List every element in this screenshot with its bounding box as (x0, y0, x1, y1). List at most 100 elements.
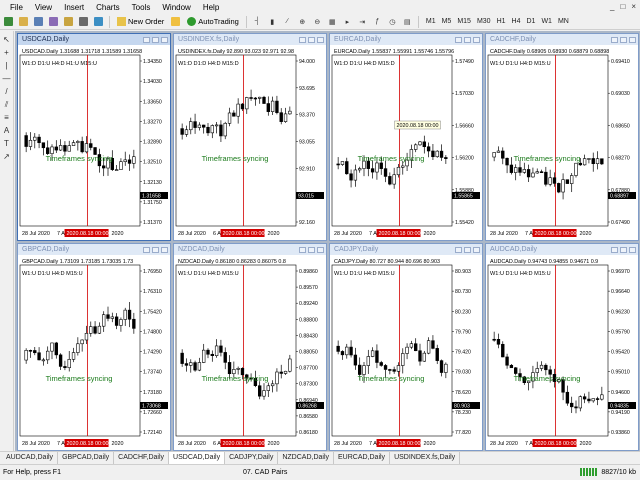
timeframe-mn[interactable]: MN (555, 18, 572, 25)
navigator-icon[interactable] (62, 15, 75, 28)
close-icon[interactable] (317, 36, 324, 43)
chart-window-titlebar[interactable]: NZDCAD,Daily (174, 244, 326, 255)
minimize-icon[interactable] (143, 246, 150, 253)
timeframe-m1[interactable]: M1 (423, 18, 439, 25)
maximize-icon[interactable] (308, 36, 315, 43)
autoscroll-icon[interactable]: ▸ (341, 15, 354, 28)
horizontal-line-icon[interactable]: — (3, 74, 11, 84)
vertical-line-icon[interactable]: | (5, 61, 7, 71)
minimize-icon[interactable] (143, 36, 150, 43)
periods-icon[interactable]: ◷ (386, 15, 399, 28)
maximize-icon[interactable] (464, 36, 471, 43)
timeframe-h4[interactable]: H4 (509, 18, 524, 25)
chart-window[interactable]: GBPCAD,Daily GBPCAD.Daily 1.73109 1.73185… (17, 243, 171, 451)
chart-shift-icon[interactable]: ⇥ (356, 15, 369, 28)
chart-tab[interactable]: GBPCAD,Daily (58, 452, 115, 464)
chart-area[interactable]: NZDCAD.Daily 0.86180 0.86283 0.86075 0.8… (174, 255, 326, 450)
menu-view[interactable]: View (29, 3, 58, 12)
metaeditor-icon[interactable] (169, 15, 182, 28)
fibo-icon[interactable]: ≡ (4, 113, 9, 123)
bar-chart-icon[interactable]: ┤ (251, 15, 264, 28)
chart-tab[interactable]: NZDCAD,Daily (278, 452, 334, 464)
close-icon[interactable]: × (631, 2, 636, 11)
close-icon[interactable] (161, 36, 168, 43)
chart-tab[interactable]: CADJPY,Daily (225, 452, 279, 464)
chart-window[interactable]: EURCAD,Daily EURCAD.Daily 1.55837 1.55991… (329, 33, 483, 241)
chart-window-titlebar[interactable]: CADJPY,Daily (330, 244, 482, 255)
templates-icon[interactable]: ▤ (401, 15, 414, 28)
minimize-icon[interactable] (455, 246, 462, 253)
close-icon[interactable] (473, 36, 480, 43)
maximize-icon[interactable] (308, 246, 315, 253)
menu-insert[interactable]: Insert (58, 3, 90, 12)
maximize-icon[interactable] (152, 246, 159, 253)
new-order-button[interactable]: New Order (114, 17, 167, 26)
chart-window-titlebar[interactable]: USDINDEX.fs,Daily (174, 34, 326, 45)
new-chart-icon[interactable] (2, 15, 15, 28)
chart-window-titlebar[interactable]: GBPCAD,Daily (18, 244, 170, 255)
menu-window[interactable]: Window (156, 3, 196, 12)
minimize-icon[interactable] (299, 36, 306, 43)
channel-icon[interactable]: ⫽ (5, 100, 9, 110)
chart-window[interactable]: USDINDEX.fs,Daily USDINDEX.fs.Daily 92.89… (173, 33, 327, 241)
crosshair-icon[interactable]: + (4, 48, 9, 58)
terminal-icon[interactable] (77, 15, 90, 28)
arrow-icon[interactable]: ↗ (3, 152, 10, 162)
line-chart-icon[interactable]: ∕ (281, 15, 294, 28)
chart-tab[interactable]: CADCHF,Daily (114, 452, 170, 464)
menu-file[interactable]: File (4, 3, 29, 12)
chart-area[interactable]: CADCHF.Daily 0.68905 0.68930 0.68879 0.6… (486, 45, 638, 240)
maximize-icon[interactable] (464, 246, 471, 253)
chart-area[interactable]: USDCAD.Daily 1.31688 1.31718 1.31589 1.3… (18, 45, 170, 240)
menu-help[interactable]: Help (197, 3, 225, 12)
menu-charts[interactable]: Charts (90, 3, 126, 12)
tile-icon[interactable]: ▦ (326, 15, 339, 28)
chart-window[interactable]: NZDCAD,Daily NZDCAD.Daily 0.86180 0.86283… (173, 243, 327, 451)
close-icon[interactable] (161, 246, 168, 253)
chart-area[interactable]: EURCAD.Daily 1.55837 1.55991 1.55746 1.5… (330, 45, 482, 240)
minimize-icon[interactable] (611, 36, 618, 43)
zoom-in-icon[interactable]: ⊕ (296, 15, 309, 28)
menu-tools[interactable]: Tools (126, 3, 157, 12)
trendline-icon[interactable]: / (5, 87, 7, 97)
chart-area[interactable]: CADJPY.Daily 80.727 80.944 80.696 80.903… (330, 255, 482, 450)
minimize-icon[interactable]: _ (610, 2, 614, 11)
market-watch-icon[interactable] (32, 15, 45, 28)
strategy-tester-icon[interactable] (92, 15, 105, 28)
chart-window-titlebar[interactable]: USDCAD,Daily (18, 34, 170, 45)
minimize-icon[interactable] (611, 246, 618, 253)
timeframe-d1[interactable]: D1 (523, 18, 538, 25)
minimize-icon[interactable] (299, 246, 306, 253)
data-window-icon[interactable] (47, 15, 60, 28)
maximize-icon[interactable] (152, 36, 159, 43)
chart-window[interactable]: CADCHF,Daily CADCHF.Daily 0.68905 0.68930… (485, 33, 639, 241)
chart-tab[interactable]: AUDCAD,Daily (2, 452, 59, 464)
minimize-icon[interactable] (455, 36, 462, 43)
chart-window-titlebar[interactable]: CADCHF,Daily (486, 34, 638, 45)
zoom-out-icon[interactable]: ⊖ (311, 15, 324, 28)
chart-window-titlebar[interactable]: AUDCAD,Daily (486, 244, 638, 255)
close-icon[interactable] (473, 246, 480, 253)
close-icon[interactable] (629, 36, 636, 43)
timeframe-w1[interactable]: W1 (538, 18, 555, 25)
chart-window[interactable]: CADJPY,Daily CADJPY.Daily 80.727 80.944 8… (329, 243, 483, 451)
chart-area[interactable]: GBPCAD.Daily 1.73109 1.73185 1.73035 1.7… (18, 255, 170, 450)
chart-area[interactable]: AUDCAD.Daily 0.94743 0.94855 0.94671 0.9… (486, 255, 638, 450)
text-icon[interactable]: A (4, 126, 9, 136)
chart-area[interactable]: USDINDEX.fs.Daily 92.890 93.023 92.971 9… (174, 45, 326, 240)
timeframe-m15[interactable]: M15 (454, 18, 474, 25)
chart-window[interactable]: USDCAD,Daily USDCAD.Daily 1.31688 1.31718… (17, 33, 171, 241)
maximize-icon[interactable] (620, 246, 627, 253)
timeframe-m30[interactable]: M30 (474, 18, 494, 25)
profiles-icon[interactable] (17, 15, 30, 28)
timeframe-m5[interactable]: M5 (439, 18, 455, 25)
label-icon[interactable]: T (4, 139, 9, 149)
autotrading-button[interactable]: AutoTrading (184, 17, 242, 26)
close-icon[interactable] (629, 246, 636, 253)
maximize-icon[interactable]: □ (620, 2, 625, 11)
chart-window-titlebar[interactable]: EURCAD,Daily (330, 34, 482, 45)
timeframe-h1[interactable]: H1 (494, 18, 509, 25)
chart-tab[interactable]: USDCAD,Daily (169, 452, 226, 464)
candle-chart-icon[interactable]: ▮ (266, 15, 279, 28)
chart-window[interactable]: AUDCAD,Daily AUDCAD.Daily 0.94743 0.94855… (485, 243, 639, 451)
